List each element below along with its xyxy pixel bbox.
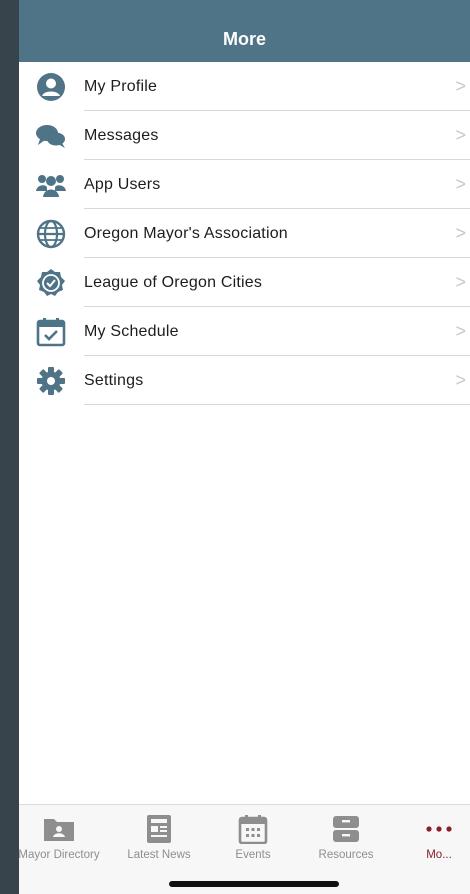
menu-item-label: My Profile [84, 77, 158, 95]
menu-item-app-users[interactable]: App Users > [19, 160, 470, 209]
chevron-right-icon: > [455, 272, 466, 292]
newspaper-icon [139, 813, 179, 845]
tab-more[interactable]: Mo... [393, 813, 470, 865]
menu-item-my-schedule[interactable]: My Schedule > [19, 307, 470, 356]
navigation-bar: More [19, 0, 470, 62]
menu-item-oregon-mayors-association[interactable]: Oregon Mayor's Association > [19, 209, 470, 258]
tab-label: Latest News [127, 849, 191, 861]
chevron-right-icon: > [455, 370, 466, 390]
home-indicator[interactable] [169, 881, 339, 887]
gear-icon [35, 366, 67, 396]
chevron-right-icon: > [455, 223, 466, 243]
chevron-right-icon: > [455, 76, 466, 96]
user-circle-icon [35, 72, 67, 102]
menu-item-label: Messages [84, 126, 159, 144]
menu-item-label: Settings [84, 371, 144, 389]
chevron-right-icon: > [455, 174, 466, 194]
tab-resources[interactable]: Resources [300, 813, 392, 865]
users-group-icon [35, 170, 67, 200]
calendar-icon [233, 813, 273, 845]
folder-person-icon [39, 813, 79, 845]
tab-label: Mo... [426, 849, 452, 861]
menu-item-label: League of Oregon Cities [84, 273, 263, 291]
badge-check-icon [35, 268, 67, 298]
divider [84, 404, 470, 405]
menu-item-label: App Users [84, 175, 161, 193]
menu-item-settings[interactable]: Settings > [19, 356, 470, 405]
menu-item-label: Oregon Mayor's Association [84, 224, 288, 242]
tab-events[interactable]: Events [207, 813, 299, 865]
tab-label: Resources [318, 849, 374, 861]
globe-icon [35, 219, 67, 249]
calendar-check-icon [35, 317, 67, 347]
menu-item-league-of-oregon-cities[interactable]: League of Oregon Cities > [19, 258, 470, 307]
page-title: More [222, 28, 266, 49]
more-menu-list: My Profile > Messages > App Users > Oreg… [19, 62, 470, 405]
tab-label: Mayor Directory [19, 849, 100, 861]
menu-item-messages[interactable]: Messages > [19, 111, 470, 160]
archive-icon [326, 813, 366, 845]
tab-mayor-directory[interactable]: Mayor Directory [19, 813, 105, 865]
chevron-right-icon: > [455, 321, 466, 341]
background-strip [0, 0, 19, 894]
chat-bubbles-icon [35, 121, 67, 151]
menu-item-label: My Schedule [84, 322, 179, 340]
app-screen: More My Profile > Messages > App Users >… [19, 0, 470, 894]
menu-item-my-profile[interactable]: My Profile > [19, 62, 470, 111]
tab-label: Events [235, 849, 271, 861]
tab-latest-news[interactable]: Latest News [113, 813, 205, 865]
chevron-right-icon: > [455, 125, 466, 145]
more-dots-icon [419, 813, 459, 845]
